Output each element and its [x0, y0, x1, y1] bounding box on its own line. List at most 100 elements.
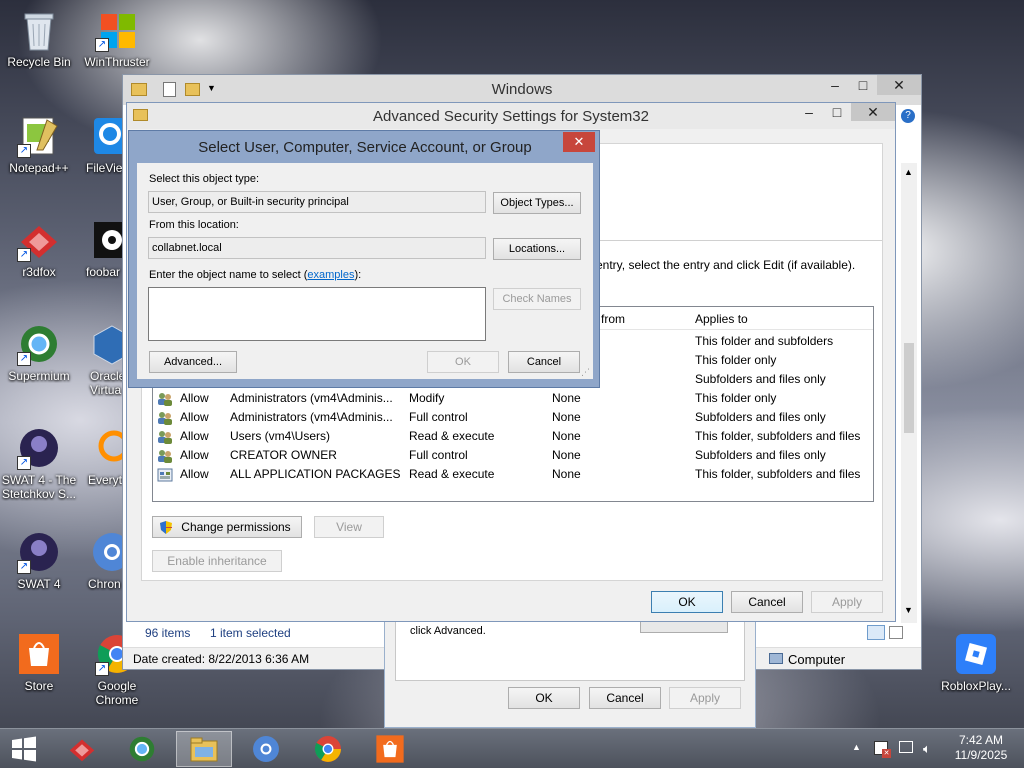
cancel-button[interactable]: Cancel	[731, 591, 803, 613]
desktop-icon-recycle-bin[interactable]: Recycle Bin	[0, 8, 78, 69]
shortcut-arrow-icon: ↗	[17, 144, 31, 158]
volume-icon[interactable]: 🔈︎	[923, 741, 931, 757]
maximize-button[interactable]: □	[849, 75, 877, 95]
inherited-cell: None	[552, 410, 581, 424]
users-icon	[158, 450, 172, 463]
maximize-button[interactable]: □	[823, 103, 851, 121]
column-header-line	[593, 329, 873, 330]
desktop-icon-notepadpp[interactable]: ↗ Notepad++	[0, 114, 78, 175]
change-permissions-button[interactable]: Change permissions	[152, 516, 302, 538]
location-field: collabnet.local	[148, 237, 486, 259]
select-user-cancel-button[interactable]: Cancel	[508, 351, 580, 373]
principal-cell: Administrators (vm4\Adminis...	[230, 391, 393, 405]
properties-apply-button[interactable]: Apply	[669, 687, 741, 709]
close-button[interactable]: ✕	[851, 103, 895, 121]
scroll-down-icon[interactable]: ▼	[904, 605, 913, 615]
action-center-icon[interactable]: ✕	[874, 741, 891, 758]
change-permissions-label: Change permissions	[181, 520, 291, 534]
taskbar-chromium[interactable]	[242, 731, 290, 767]
select-user-close-button[interactable]: ✕	[563, 132, 595, 152]
taskbar-google-chrome[interactable]	[304, 731, 352, 767]
inherited-cell: None	[552, 448, 581, 462]
desktop-icon-winthruster[interactable]: ↗ WinThruster	[78, 8, 156, 69]
resize-grip-icon[interactable]: ⋰	[581, 367, 590, 378]
locations-button[interactable]: Locations...	[493, 238, 581, 260]
desktop-icon-label: Chron	[88, 577, 121, 591]
desktop-icon-label: Everyt	[88, 473, 123, 487]
properties-ok-button[interactable]: OK	[508, 687, 580, 709]
ok-button[interactable]: OK	[651, 591, 723, 613]
applies-to-cell: Subfolders and files only	[695, 410, 826, 424]
taskbar-r3dfox[interactable]	[58, 731, 106, 767]
close-button[interactable]: ✕	[877, 75, 921, 95]
shortcut-arrow-icon: ↗	[17, 248, 31, 262]
column-header-applies-to[interactable]: Applies to	[695, 312, 748, 326]
scroll-thumb[interactable]	[904, 343, 914, 433]
minimize-button[interactable]: –	[821, 75, 849, 95]
desktop-icon-label: Supermium	[8, 369, 70, 383]
desktop-icon-label: Virtua	[90, 383, 122, 397]
object-types-button[interactable]: Object Types...	[493, 192, 581, 214]
desktop-icon-label: SWAT 4	[17, 577, 61, 591]
desktop-icon-label: Store	[24, 679, 54, 693]
details-pane-icons[interactable]	[867, 625, 907, 641]
check-names-button[interactable]: Check Names	[493, 288, 581, 310]
application-package-icon	[157, 468, 173, 482]
date-created: Date created: 8/22/2013 6:36 AM	[133, 652, 310, 666]
r3dfox-icon: ↗	[17, 218, 61, 262]
desktop-icon-virtualbox[interactable]: Oracle Virtua	[78, 322, 131, 397]
desktop-icon-store[interactable]: Store	[0, 632, 78, 693]
column-header-inherited-from[interactable]: from	[601, 312, 625, 326]
object-name-input[interactable]	[148, 287, 486, 341]
network-icon[interactable]	[899, 741, 913, 753]
access-cell: Read & execute	[409, 429, 495, 443]
desktop-icon-foobar[interactable]: foobar	[78, 218, 130, 279]
table-row[interactable]: Allow Administrators (vm4\Adminis... Ful…	[153, 408, 873, 427]
properties-advanced-button-edge[interactable]	[640, 621, 728, 633]
desktop-icon-fileviewer[interactable]: FileVie	[78, 114, 130, 175]
advanced-button[interactable]: Advanced...	[149, 351, 237, 373]
taskbar-file-explorer[interactable]	[176, 731, 232, 767]
object-type-label: Select this object type:	[149, 173, 260, 185]
table-row[interactable]: Allow Administrators (vm4\Adminis... Mod…	[153, 389, 873, 408]
apply-button[interactable]: Apply	[811, 591, 883, 613]
supermium-icon: ↗	[17, 322, 61, 366]
type-cell: Allow	[180, 429, 209, 443]
select-user-title: Select User, Computer, Service Account, …	[198, 139, 532, 156]
desktop-icon-swat4[interactable]: ↗ SWAT 4	[0, 530, 78, 591]
taskbar-supermium[interactable]	[118, 731, 166, 767]
access-cell: Full control	[409, 410, 468, 424]
show-hidden-icons-icon[interactable]: ▲	[852, 742, 861, 752]
clock[interactable]: 7:42 AM 11/9/2025	[946, 733, 1016, 763]
table-row[interactable]: Allow CREATOR OWNER Full control None Su…	[153, 446, 873, 465]
desktop-icon-everything[interactable]: Everyt	[78, 426, 130, 487]
desktop-icon-chromium[interactable]: Chron	[78, 530, 131, 591]
location-label: From this location:	[149, 219, 239, 231]
access-cell: Full control	[409, 448, 468, 462]
examples-link[interactable]: examples	[307, 269, 354, 281]
table-row[interactable]: Allow Users (vm4\Users) Read & execute N…	[153, 427, 873, 446]
desktop-icon-roblox-player[interactable]: RobloxPlay...	[936, 632, 1016, 693]
minimize-button[interactable]: –	[795, 103, 823, 121]
large-icons-view-icon[interactable]	[889, 626, 903, 639]
details-view-icon[interactable]	[867, 625, 885, 640]
scroll-up-icon[interactable]: ▲	[904, 167, 913, 177]
desktop-icon-r3dfox[interactable]: ↗ r3dfox	[0, 218, 78, 279]
select-user-ok-button[interactable]: OK	[427, 351, 499, 373]
enter-name-label: Enter the object name to select (example…	[149, 269, 361, 281]
properties-body: click Advanced.	[395, 613, 745, 681]
start-button[interactable]	[0, 731, 48, 767]
applies-to-cell: This folder and subfolders	[695, 334, 834, 348]
properties-cancel-button[interactable]: Cancel	[589, 687, 661, 709]
explorer-status-bar: 96 items 1 item selected	[131, 623, 381, 643]
type-cell: Allow	[180, 448, 209, 462]
taskbar-store[interactable]	[366, 731, 414, 767]
table-row[interactable]: Allow ALL APPLICATION PACKAGES Read & ex…	[153, 465, 873, 484]
enable-inheritance-button[interactable]: Enable inheritance	[152, 550, 282, 572]
explorer-scrollbar[interactable]: ▲ ▼	[901, 163, 917, 623]
help-icon[interactable]: ?	[901, 109, 915, 123]
view-button[interactable]: View	[314, 516, 384, 538]
desktop-icon-swat4-stetchkov[interactable]: ↗ SWAT 4 - The Stetchkov S...	[0, 426, 78, 501]
select-user-body: Select this object type: User, Group, or…	[137, 163, 593, 379]
desktop-icon-supermium[interactable]: ↗ Supermium	[0, 322, 78, 383]
